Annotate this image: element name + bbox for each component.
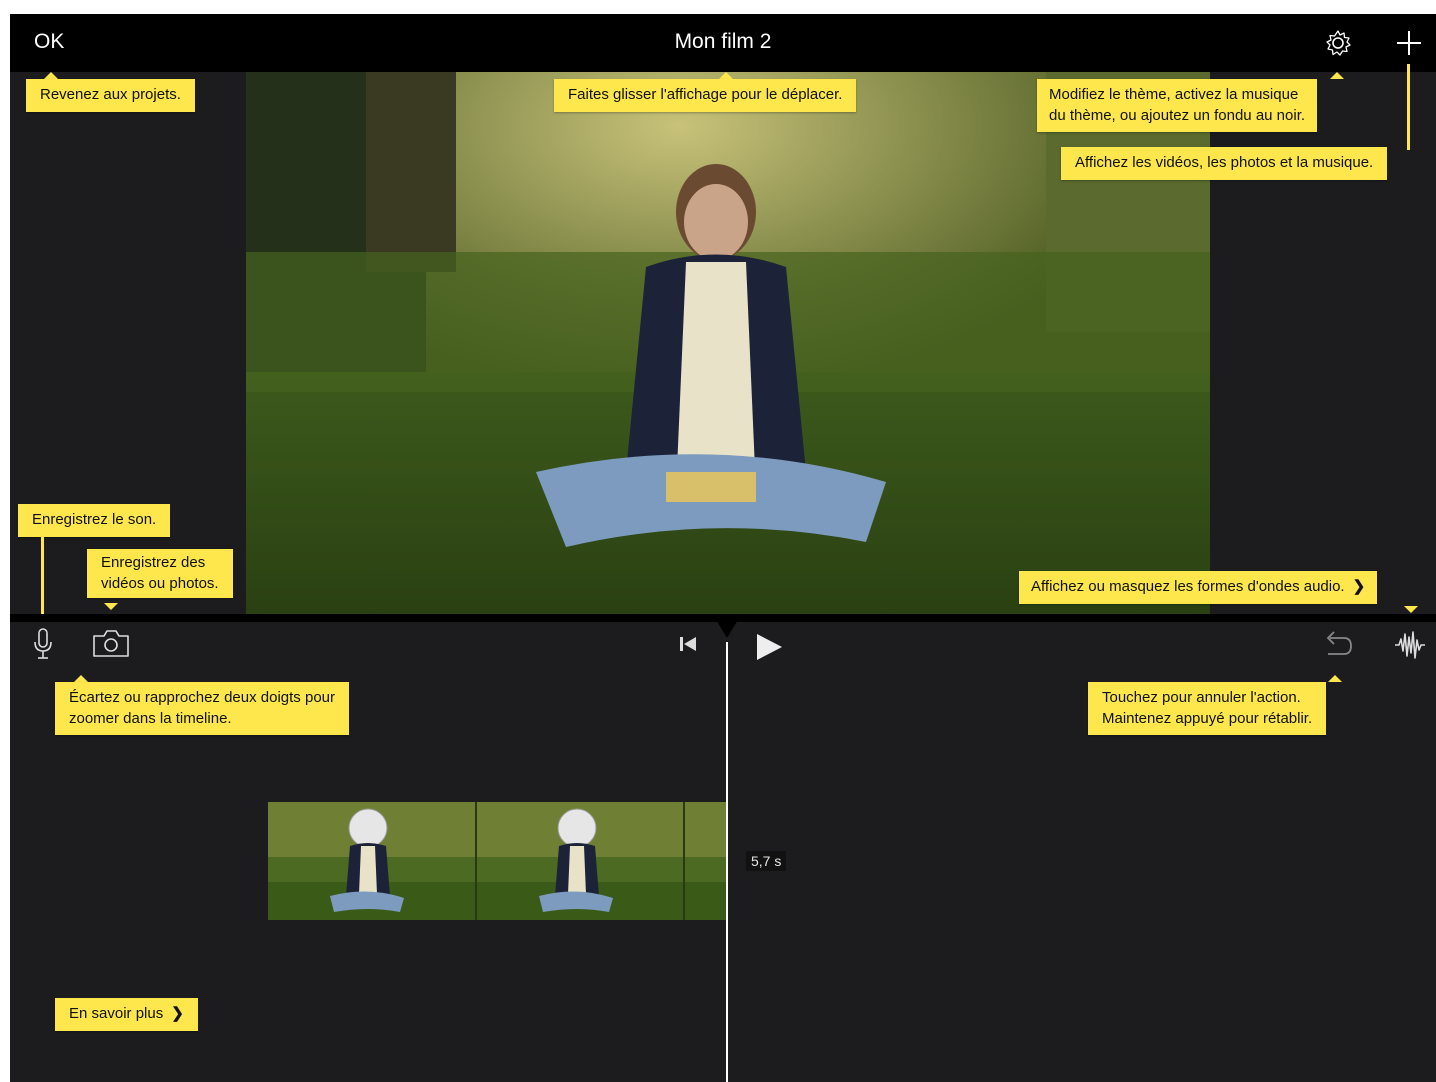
chevron-right-icon: ❯ [171, 1005, 184, 1022]
playhead[interactable] [726, 642, 728, 1082]
tip-pointer [1328, 675, 1342, 682]
learn-more-button[interactable]: En savoir plus ❯ [55, 998, 198, 1031]
chevron-right-icon: ❯ [1352, 578, 1366, 595]
plus-icon[interactable] [1394, 28, 1424, 58]
tip-pointer [1404, 606, 1418, 613]
tip-drag-viewer: Faites glisser l'affichage pour le dépla… [554, 79, 857, 112]
playhead-notch [716, 620, 738, 638]
tip-theme-settings: Modifiez le thème, activez la musique du… [1037, 79, 1318, 133]
undo-icon[interactable] [1322, 628, 1354, 660]
app-window: OK Mon film 2 Revenez aux projets. Faite… [10, 14, 1436, 1082]
tip-pointer [1330, 72, 1344, 79]
tip-undo: Touchez pour annuler l'action. Maintenez… [1088, 682, 1327, 736]
clip-thumbnails [268, 802, 726, 920]
top-bar: OK Mon film 2 [10, 14, 1436, 72]
tip-undo-line1: Touchez pour annuler l'action. [1102, 689, 1301, 706]
clip-duration-label: 5,7 s [746, 851, 787, 871]
tip-audio-waveforms[interactable]: Affichez ou masquez les formes d'ondes a… [1019, 571, 1378, 604]
tip-record-video-line1: Enregistrez des [101, 554, 206, 571]
tip-zoom-line2: zoomer dans la timeline. [69, 709, 232, 727]
tip-connector [1407, 64, 1410, 150]
tip-record-video-line2: vidéos ou photos. [101, 574, 219, 592]
tip-pointer [719, 72, 733, 79]
audio-waveform-icon[interactable] [1394, 630, 1426, 660]
timeline-clip[interactable] [268, 802, 726, 920]
tip-record-video: Enregistrez des vidéos ou photos. [87, 549, 233, 599]
tip-undo-line2: Maintenez appuyé pour rétablir. [1102, 709, 1313, 727]
tip-waveforms-text: Affichez ou masquez les formes d'ondes a… [1031, 578, 1345, 595]
skip-to-start-icon[interactable] [678, 634, 698, 654]
tip-pinch-zoom: Écartez ou rapprochez deux doigts pour z… [55, 682, 349, 736]
tip-theme-line2: du thème, ou ajoutez un fondu au noir. [1049, 106, 1306, 124]
tip-record-audio: Enregistrez le son. [18, 504, 171, 537]
learn-more-label: En savoir plus [69, 1005, 164, 1022]
tip-theme-line1: Modifiez le thème, activez la musique [1049, 86, 1299, 103]
tip-pointer [74, 675, 88, 682]
camera-icon[interactable] [92, 628, 130, 658]
tip-back-to-projects: Revenez aux projets. [26, 79, 195, 112]
microphone-icon[interactable] [32, 628, 54, 660]
tip-media-browser: Affichez les vidéos, les photos et la mu… [1061, 147, 1388, 180]
play-icon[interactable] [754, 631, 784, 663]
tip-zoom-line1: Écartez ou rapprochez deux doigts pour [69, 689, 335, 706]
project-title: Mon film 2 [674, 30, 772, 53]
tip-pointer [44, 72, 58, 79]
tip-connector [41, 536, 44, 614]
tip-pointer [104, 603, 118, 610]
gear-icon[interactable] [1323, 28, 1353, 58]
